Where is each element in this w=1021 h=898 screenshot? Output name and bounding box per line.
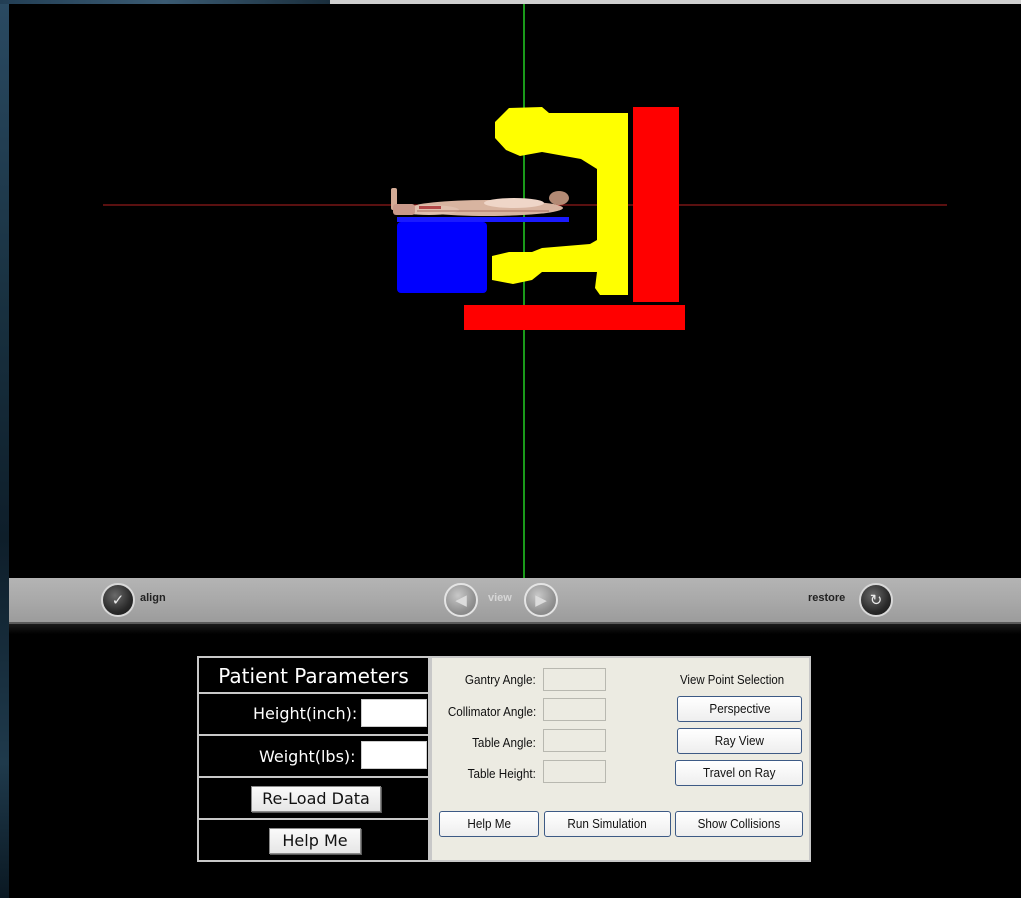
treatment-table-base	[397, 222, 487, 293]
help-me-button[interactable]: Help Me	[269, 828, 361, 854]
perspective-button-label: Perspective	[708, 701, 771, 716]
background-strip	[0, 0, 9, 898]
panel-title-row: Patient Parameters	[199, 658, 428, 694]
restore-label: restore	[808, 592, 846, 604]
help-me-button-label: Help Me	[467, 816, 511, 831]
table-angle-field[interactable]	[543, 729, 606, 752]
height-input[interactable]	[361, 699, 427, 727]
restore-button[interactable]: ↻	[859, 583, 893, 617]
travel-on-ray-button-label: Travel on Ray	[702, 765, 776, 780]
view-point-selection-label: View Point Selection	[680, 672, 785, 687]
ray-view-button[interactable]: Ray View	[677, 728, 802, 754]
simulation-control-panel: Gantry Angle: Collimator Angle: Table An…	[430, 656, 811, 862]
view-label: view	[488, 592, 512, 604]
align-button[interactable]: ✓	[101, 583, 135, 617]
toolbar-separator	[9, 624, 1021, 634]
gantry-angle-field[interactable]	[543, 668, 606, 691]
view-previous-button[interactable]: ◀	[444, 583, 478, 617]
patient-parameters-panel: Patient Parameters Height(inch): Weight(…	[197, 656, 430, 862]
arrow-right-icon: ▶	[535, 592, 547, 609]
run-simulation-button-label: Run Simulation	[567, 816, 648, 831]
ray-view-button-label: Ray View	[714, 733, 765, 748]
weight-input[interactable]	[361, 741, 427, 769]
show-collisions-button-label: Show Collisions	[697, 816, 781, 831]
3d-viewport[interactable]	[9, 4, 1021, 578]
panel-title: Patient Parameters	[218, 664, 409, 688]
height-row: Height(inch):	[199, 694, 428, 736]
gantry-stand	[633, 107, 679, 302]
gantry-angle-label: Gantry Angle:	[465, 672, 536, 687]
reload-data-button[interactable]: Re-Load Data	[251, 786, 381, 812]
height-label: Height(inch):	[253, 704, 358, 723]
arrow-left-icon: ◀	[455, 592, 467, 609]
viewer-toolbar: ✓ align ◀ view ▶ restore ↻	[9, 578, 1021, 624]
weight-label: Weight(lbs):	[259, 747, 356, 766]
scene-canvas	[103, 4, 947, 578]
patient-figure	[391, 188, 569, 216]
view-next-button[interactable]: ▶	[524, 583, 558, 617]
table-height-label: Table Height:	[467, 766, 536, 781]
help-me-button[interactable]: Help Me	[439, 811, 539, 837]
floor-base	[464, 305, 685, 330]
treatment-table-top	[397, 217, 569, 222]
collimator-angle-field[interactable]	[543, 698, 606, 721]
restore-icon: ↻	[869, 592, 883, 609]
align-label: align	[140, 592, 166, 604]
table-angle-label: Table Angle:	[472, 735, 536, 750]
perspective-button[interactable]: Perspective	[677, 696, 802, 722]
help-row: Help Me	[199, 820, 428, 860]
run-simulation-button[interactable]: Run Simulation	[544, 811, 671, 837]
show-collisions-button[interactable]: Show Collisions	[675, 811, 803, 837]
travel-on-ray-button[interactable]: Travel on Ray	[675, 760, 803, 786]
weight-row: Weight(lbs):	[199, 736, 428, 778]
align-icon: ✓	[111, 592, 125, 609]
table-height-field[interactable]	[543, 760, 606, 783]
collimator-angle-label: Collimator Angle:	[447, 704, 536, 719]
reload-row: Re-Load Data	[199, 778, 428, 820]
